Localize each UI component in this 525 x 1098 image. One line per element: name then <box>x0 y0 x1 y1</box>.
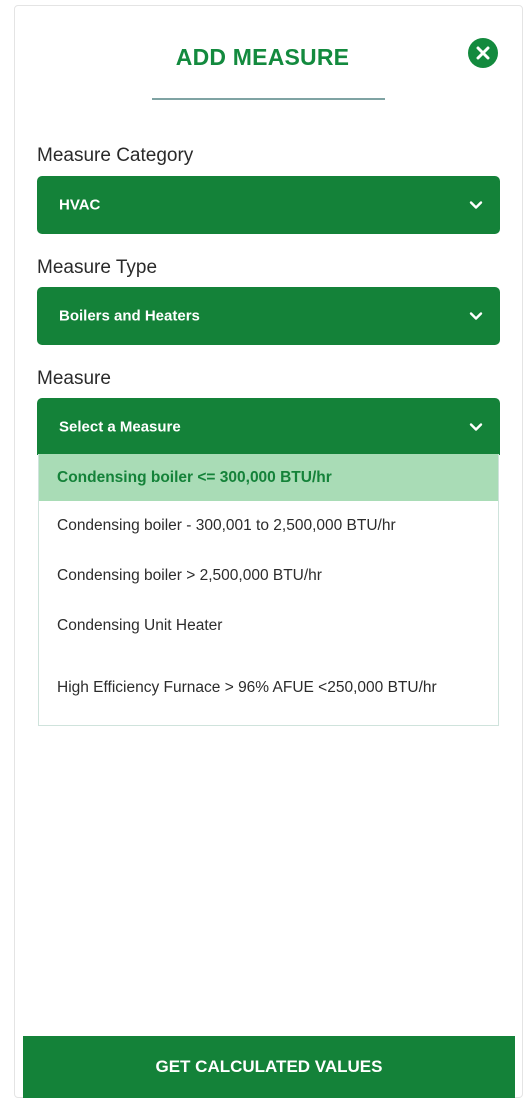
close-icon <box>476 46 490 60</box>
measure-type-select[interactable]: Boilers and Heaters <box>37 287 500 345</box>
measure-type-label: Measure Type <box>37 257 158 278</box>
measure-select[interactable]: Select a Measure <box>37 398 500 455</box>
close-button[interactable] <box>468 38 498 68</box>
measure-option[interactable]: Condensing boiler - 300,001 to 2,500,000… <box>39 501 498 551</box>
measure-option[interactable]: Condensing boiler > 2,500,000 BTU/hr <box>39 551 498 601</box>
get-calculated-values-button[interactable]: GET CALCULATED VALUES <box>23 1036 515 1098</box>
measure-select-placeholder: Select a Measure <box>59 418 181 435</box>
measure-category-select[interactable]: HVAC <box>37 176 500 234</box>
measure-category-value: HVAC <box>59 196 101 214</box>
measure-category-label: Measure Category <box>37 145 194 166</box>
measure-label: Measure <box>37 368 111 389</box>
chevron-down-icon <box>469 312 483 320</box>
page-title: ADD MEASURE <box>175 44 350 70</box>
measure-type-value: Boilers and Heaters <box>59 307 200 325</box>
measure-option[interactable]: Condensing boiler <= 300,000 BTU/hr <box>39 454 498 501</box>
chevron-down-icon <box>469 201 483 209</box>
chevron-down-icon <box>469 422 483 431</box>
measure-option[interactable]: Condensing Unit Heater <box>39 601 498 651</box>
measure-dropdown-list: Condensing boiler <= 300,000 BTU/hr Cond… <box>38 454 499 726</box>
measure-option[interactable]: High Efficiency Furnace > 96% AFUE <250,… <box>39 651 498 723</box>
title-underline <box>152 98 385 100</box>
